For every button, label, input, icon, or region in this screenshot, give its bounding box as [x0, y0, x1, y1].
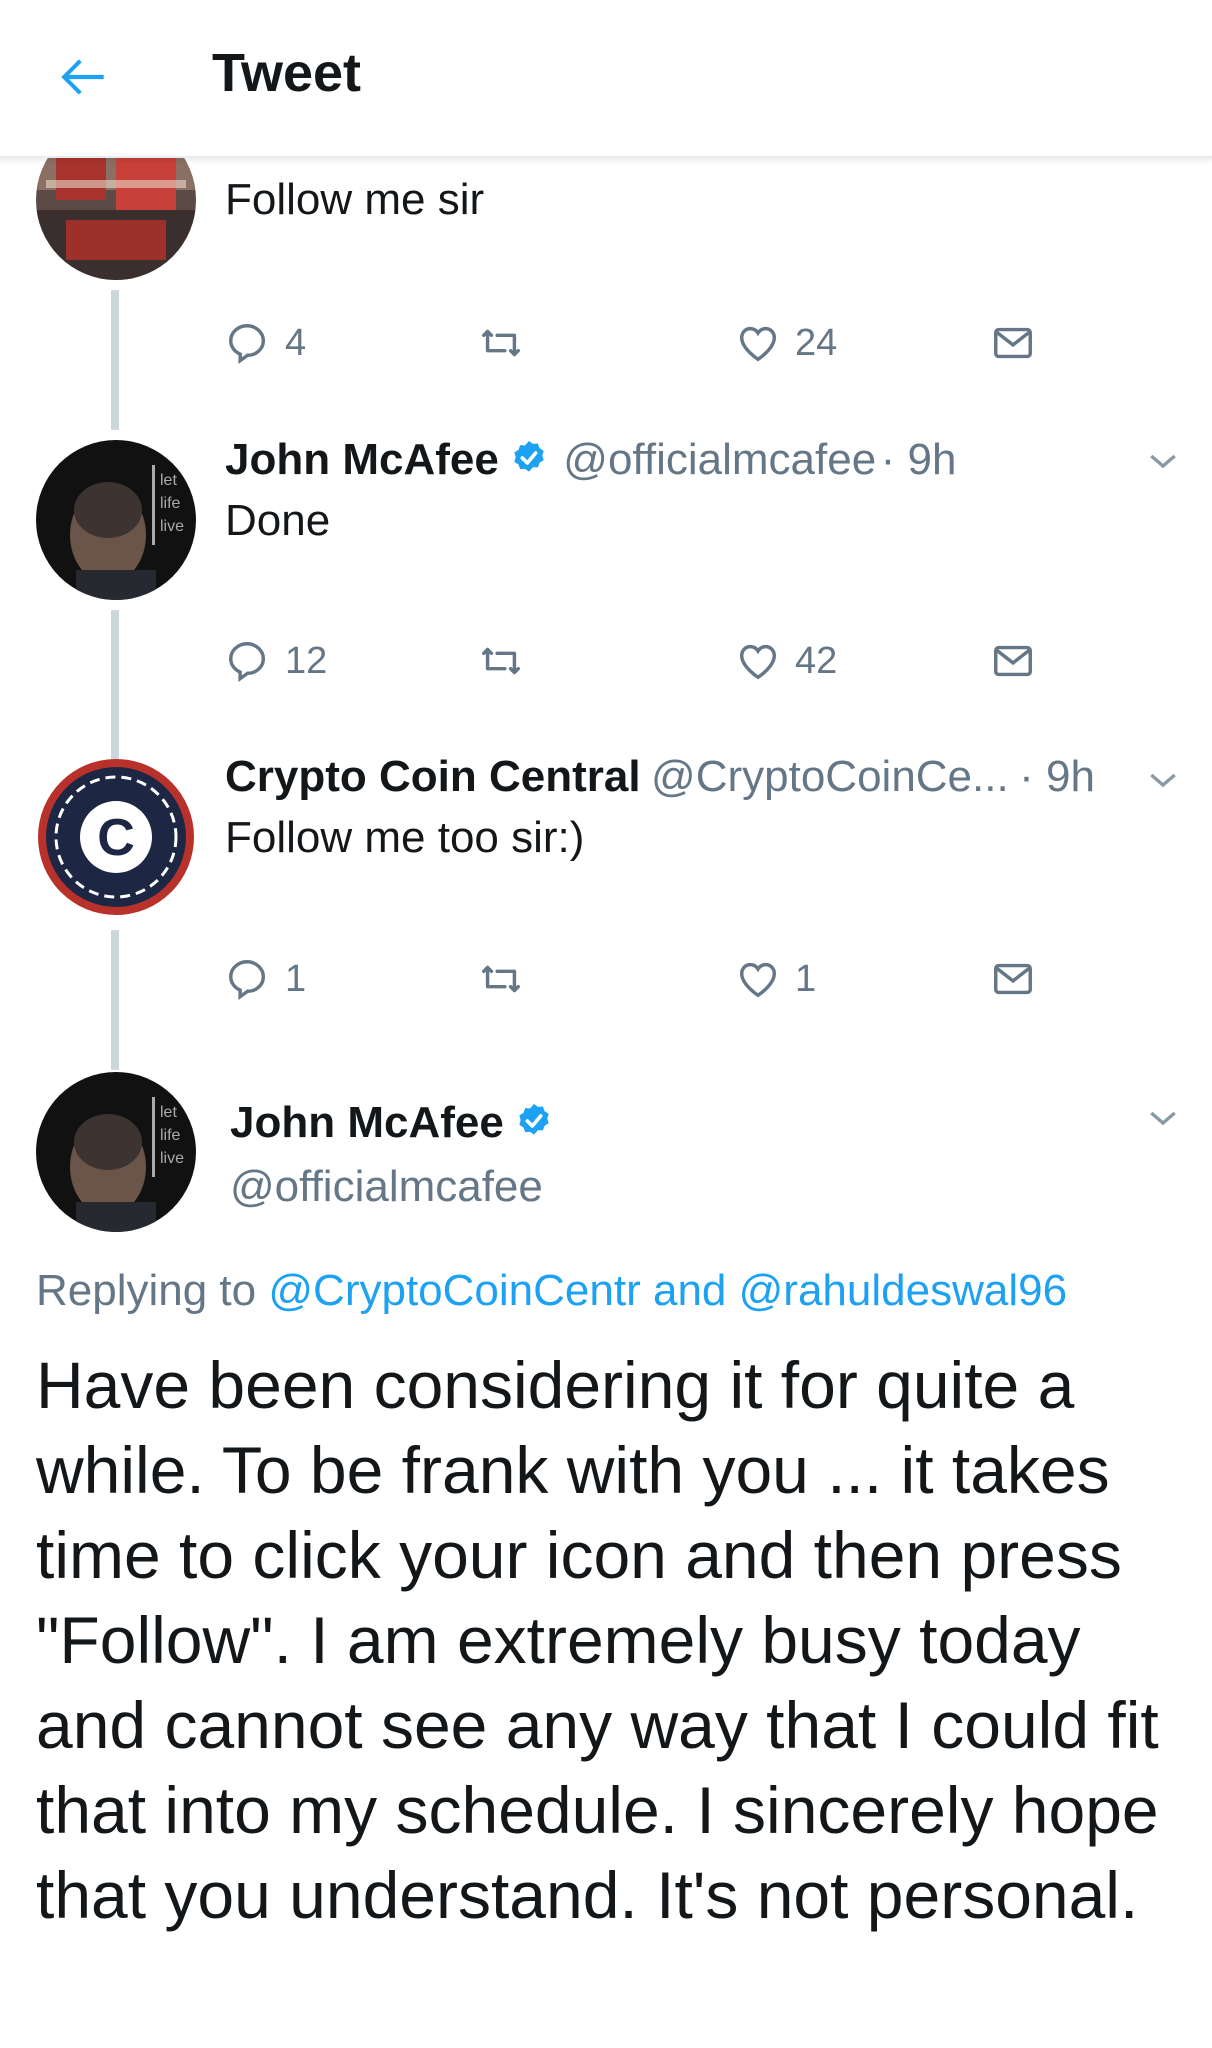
- replying-prefix: Replying to: [36, 1266, 257, 1315]
- mcafee-avatar: let life live: [36, 440, 196, 600]
- mail-icon: [994, 327, 1032, 359]
- mention-link[interactable]: @CryptoCoinCentr: [268, 1266, 640, 1315]
- heart-icon: [739, 962, 777, 998]
- reply-button[interactable]: 4: [225, 320, 306, 366]
- reply-icon: [229, 960, 266, 1000]
- retweet-button[interactable]: [478, 320, 524, 366]
- tweet-menu-button[interactable]: [1143, 1098, 1183, 1138]
- retweet-icon: [482, 647, 520, 675]
- replying-to: Replying to @CryptoCoinCentr and @rahuld…: [36, 1266, 1067, 1316]
- retweet-icon: [482, 965, 520, 993]
- display-name[interactable]: John McAfee: [225, 435, 499, 484]
- mention-conjunction: and: [652, 1266, 727, 1315]
- heart-icon: [739, 644, 777, 680]
- share-button[interactable]: [990, 638, 1036, 684]
- avatar-text: let: [160, 1104, 177, 1121]
- avatar[interactable]: C: [36, 757, 196, 917]
- handle[interactable]: @officialmcafee: [230, 1162, 543, 1212]
- chevron-down-icon: [1150, 1111, 1176, 1126]
- main-tweet-text: Have been considering it for quite a whi…: [36, 1348, 1159, 1932]
- reply-count: 4: [285, 321, 307, 364]
- crypto-logo-avatar: C: [38, 759, 194, 915]
- timestamp: · 9h: [880, 435, 957, 484]
- avatar-text: life: [160, 495, 181, 512]
- reply-button[interactable]: 1: [225, 956, 306, 1002]
- page-title: Tweet: [212, 43, 362, 103]
- mcafee-avatar: let life live: [36, 1072, 196, 1232]
- reply-count: 1: [285, 957, 307, 1000]
- avatar-text: live: [160, 518, 184, 535]
- like-button[interactable]: 24: [735, 320, 837, 366]
- avatar-text: life: [160, 1127, 181, 1144]
- like-button[interactable]: 42: [735, 638, 837, 684]
- avatar-letter: C: [97, 809, 135, 867]
- reply-button[interactable]: 12: [225, 638, 327, 684]
- retweet-icon: [482, 329, 520, 357]
- handle[interactable]: @CryptoCoinCe...: [651, 752, 1009, 801]
- handle[interactable]: @officialmcafee: [563, 435, 876, 484]
- mention-link[interactable]: @rahuldeswal96: [739, 1266, 1067, 1315]
- like-count: 1: [795, 957, 817, 1000]
- avatar-text: let: [160, 472, 177, 489]
- thread-line: [111, 930, 119, 1070]
- avatar-text: live: [160, 1150, 184, 1167]
- display-name[interactable]: John McAfee: [230, 1098, 504, 1147]
- top-app-bar: Tweet: [0, 0, 1212, 158]
- thread-line: [111, 610, 119, 760]
- tweet-menu-button[interactable]: [1143, 760, 1183, 800]
- like-count: 24: [795, 321, 838, 364]
- tweet-text: Follow me too sir:): [225, 813, 585, 862]
- like-button[interactable]: 1: [735, 956, 816, 1002]
- retweet-button[interactable]: [478, 956, 524, 1002]
- share-button[interactable]: [990, 320, 1036, 366]
- thread-line: [111, 290, 119, 430]
- share-button[interactable]: [990, 956, 1036, 1002]
- retweet-button[interactable]: [478, 638, 524, 684]
- timestamp: · 9h: [1019, 752, 1095, 801]
- reply-icon: [229, 642, 266, 682]
- chevron-down-icon: [1150, 454, 1176, 469]
- main-tweet-name-row: John McAfee: [230, 1098, 554, 1148]
- chevron-down-icon: [1150, 773, 1176, 788]
- avatar[interactable]: let life live: [36, 1072, 196, 1232]
- verified-badge-icon: [514, 441, 544, 472]
- reply-icon: [229, 324, 266, 364]
- heart-icon: [739, 326, 777, 362]
- mail-icon: [994, 645, 1032, 677]
- tweet-header: Crypto Coin Central @CryptoCoinCe... · 9…: [225, 752, 1095, 802]
- tweet-header: John McAfee @officialmcafee · 9h: [225, 435, 956, 485]
- reply-count: 12: [285, 639, 328, 682]
- tweet-menu-button[interactable]: [1143, 441, 1183, 481]
- avatar[interactable]: let life live: [36, 440, 196, 600]
- mail-icon: [994, 963, 1032, 995]
- arrow-left-icon: [61, 59, 104, 95]
- tweet-text: Follow me sir: [225, 175, 485, 224]
- verified-badge-icon: [519, 1104, 549, 1135]
- display-name[interactable]: Crypto Coin Central: [225, 752, 641, 801]
- like-count: 42: [795, 639, 838, 682]
- back-button[interactable]: [52, 46, 114, 108]
- tweet-text: Done: [225, 496, 331, 545]
